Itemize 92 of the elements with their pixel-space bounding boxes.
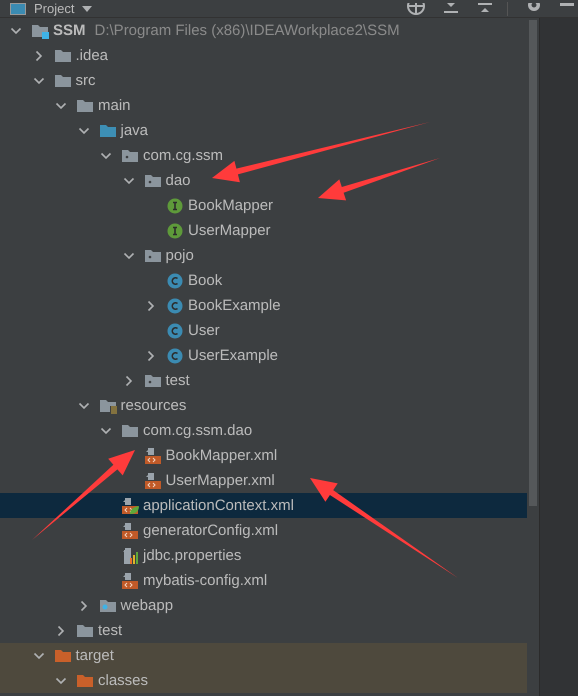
module-folder-icon bbox=[31, 22, 49, 38]
tree-row[interactable]: dao bbox=[0, 168, 527, 193]
tree-item-label: main bbox=[98, 97, 131, 114]
tree-item-label: classes bbox=[98, 672, 148, 689]
tree-item-label: BookMapper.xml bbox=[166, 447, 278, 464]
source-folder-icon bbox=[98, 122, 116, 138]
tree-row[interactable]: com.cg.ssm.dao bbox=[0, 418, 527, 443]
tree-item-label: test bbox=[98, 622, 122, 639]
tree-item-label: jdbc.properties bbox=[143, 547, 242, 564]
caret-icon[interactable] bbox=[82, 6, 92, 12]
panel-icon bbox=[10, 2, 26, 14]
tree-row[interactable]: classes bbox=[0, 668, 527, 693]
folder-icon bbox=[76, 98, 94, 114]
tree-item-label: UserMapper.xml bbox=[166, 472, 275, 489]
tree-row[interactable]: BookExample bbox=[0, 293, 527, 318]
class-icon bbox=[166, 298, 184, 314]
tree-row[interactable]: Book bbox=[0, 268, 527, 293]
tree-row[interactable]: com.cg.ssm bbox=[0, 143, 527, 168]
tree-item-label: test bbox=[166, 372, 190, 389]
tree-row[interactable]: webapp bbox=[0, 593, 527, 618]
tree-item-label: mybatis-config.xml bbox=[143, 572, 268, 589]
tree-item-label: target bbox=[76, 647, 114, 664]
folder-icon bbox=[76, 622, 94, 638]
tree-row[interactable]: .idea bbox=[0, 43, 527, 68]
excluded-folder-icon bbox=[54, 648, 72, 664]
tree-row[interactable]: pojo bbox=[0, 243, 527, 268]
tree-item-label: java bbox=[120, 122, 148, 139]
tree-item-label: UserMapper bbox=[188, 222, 271, 239]
tree-row[interactable]: resources bbox=[0, 393, 527, 418]
tree-item-label: com.cg.ssm.dao bbox=[143, 422, 252, 439]
tree-item-label: BookMapper bbox=[188, 197, 274, 214]
package-icon bbox=[121, 148, 139, 164]
tree-row[interactable]: target bbox=[0, 643, 527, 668]
project-path: D:\Program Files (x86)\IDEAWorkplace2\SSM bbox=[94, 22, 400, 39]
interface-icon bbox=[166, 198, 184, 214]
scrollbar-thumb[interactable] bbox=[529, 20, 537, 506]
tree-row[interactable]: User bbox=[0, 318, 527, 343]
xml-file-icon bbox=[121, 522, 139, 538]
tree-item-label: pojo bbox=[166, 247, 194, 264]
spring-xml-icon bbox=[121, 498, 139, 514]
tree-row[interactable]: java bbox=[0, 118, 527, 143]
class-icon bbox=[166, 348, 184, 364]
tree-row[interactable]: src bbox=[0, 68, 527, 93]
collapse-all-icon[interactable] bbox=[477, 2, 493, 14]
class-icon bbox=[166, 272, 184, 288]
tree-item-label: webapp bbox=[120, 597, 174, 614]
tree-item-label: User bbox=[188, 322, 220, 339]
folder-icon bbox=[54, 72, 72, 88]
properties-file-icon bbox=[121, 548, 139, 564]
tree-row[interactable]: UserExample bbox=[0, 343, 527, 368]
resources-folder-icon bbox=[98, 398, 116, 414]
tree-item-label: dao bbox=[166, 172, 191, 189]
tree-row[interactable]: UserMapper.xml bbox=[0, 468, 527, 493]
tree-row[interactable]: SSM D:\Program Files (x86)\IDEAWorkplace2\SSM bbox=[0, 18, 527, 43]
chevron-right-icon[interactable] bbox=[145, 350, 157, 362]
excluded-folder-icon bbox=[76, 672, 94, 688]
tree-row[interactable]: main bbox=[0, 93, 527, 118]
tree-row[interactable]: BookMapper bbox=[0, 193, 527, 218]
panel-title[interactable]: Project bbox=[34, 0, 74, 16]
package-icon bbox=[144, 248, 162, 264]
xml-file-icon bbox=[144, 448, 162, 464]
tree-row[interactable]: test bbox=[0, 618, 527, 643]
tree-item-label: src bbox=[76, 72, 96, 89]
chevron-right-icon[interactable] bbox=[55, 624, 67, 636]
tree-row[interactable]: applicationContext.xml bbox=[0, 493, 527, 518]
tree-item-label: applicationContext.xml bbox=[143, 497, 294, 514]
package-icon bbox=[144, 172, 162, 188]
chevron-right-icon[interactable] bbox=[145, 300, 157, 312]
tree-item-label: generatorConfig.xml bbox=[143, 522, 278, 539]
web-folder-icon bbox=[98, 598, 116, 614]
tree-row[interactable]: mybatis-config.xml bbox=[0, 568, 527, 593]
tree-row[interactable]: jdbc.properties bbox=[0, 543, 527, 568]
tree-item-label: resources bbox=[120, 397, 186, 414]
tree-item-label: SSM bbox=[53, 22, 86, 39]
expand-all-icon[interactable] bbox=[443, 2, 459, 14]
tree-item-label: UserExample bbox=[188, 347, 278, 364]
xml-file-icon bbox=[144, 472, 162, 488]
tree-item-label: com.cg.ssm bbox=[143, 147, 224, 164]
tree-row[interactable]: generatorConfig.xml bbox=[0, 518, 527, 543]
package-icon bbox=[144, 372, 162, 388]
tree-item-label: Book bbox=[188, 272, 222, 289]
folder-icon bbox=[121, 422, 139, 438]
tree-row[interactable]: UserMapper bbox=[0, 218, 527, 243]
interface-icon bbox=[166, 222, 184, 238]
tree-item-label: BookExample bbox=[188, 297, 281, 314]
tree-item-label: .idea bbox=[76, 47, 108, 64]
tree-row[interactable]: test bbox=[0, 368, 527, 393]
folder-icon bbox=[54, 48, 72, 64]
class-icon bbox=[166, 322, 184, 338]
crosshair-icon[interactable] bbox=[407, 2, 425, 14]
tree-row[interactable]: BookMapper.xml bbox=[0, 443, 527, 468]
xml-file-icon bbox=[121, 572, 139, 588]
